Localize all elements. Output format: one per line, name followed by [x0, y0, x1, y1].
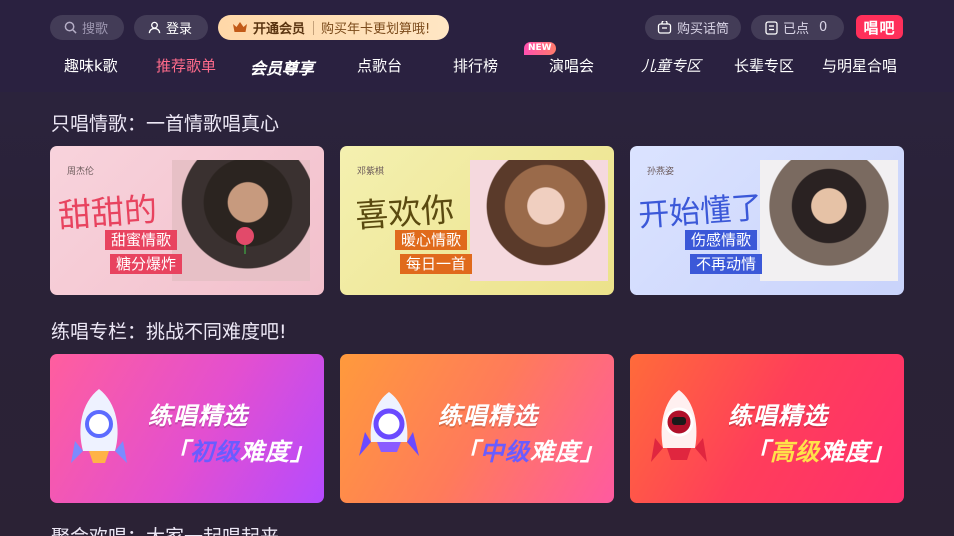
vip-button[interactable]: 开通会员 购买年卡更划算哦!: [218, 15, 449, 40]
search-icon: [64, 21, 77, 34]
singer-name: 孙燕姿: [647, 167, 675, 177]
practice-level: 「初级难度」: [165, 438, 315, 466]
nav-item-star-duet[interactable]: 与明星合唱: [822, 55, 897, 77]
practice-level: 「中级难度」: [455, 438, 605, 466]
love-card-1[interactable]: 周杰伦 甜甜的 甜蜜情歌 糖分爆炸: [50, 146, 324, 295]
practice-level: 「高级难度」: [745, 438, 895, 466]
queued-count: 0: [819, 20, 828, 35]
singer-photo: [172, 160, 310, 281]
card-tag: 甜蜜情歌: [105, 230, 178, 250]
love-card-2[interactable]: 邓紫棋 喜欢你 暖心情歌 每日一首: [340, 146, 614, 295]
party-section-title: 聚会欢唱：大家一起唱起来: [51, 522, 279, 536]
practice-title: 练唱精选: [148, 402, 248, 430]
love-card-3[interactable]: 孙燕姿 开始懂了 伤感情歌 不再动情: [630, 146, 904, 295]
rocket-icon: [651, 390, 707, 462]
nav-item-vip[interactable]: 会员尊享: [250, 55, 314, 78]
login-button[interactable]: 登录: [134, 15, 208, 40]
card-tag: 不再动情: [690, 254, 763, 274]
practice-section-title: 练唱专栏：挑战不同难度吧!: [51, 321, 287, 343]
search-button[interactable]: 搜歌: [50, 15, 124, 40]
vip-divider: [313, 20, 315, 35]
card-tag: 每日一首: [400, 254, 473, 274]
practice-title: 练唱精选: [438, 402, 538, 430]
list-icon: [765, 20, 778, 35]
search-label: 搜歌: [82, 22, 109, 37]
practice-card-advanced[interactable]: 练唱精选 「高级难度」: [630, 354, 904, 503]
card-tag: 暖心情歌: [395, 230, 468, 250]
crown-icon: [233, 22, 247, 32]
top-bar: [0, 0, 954, 92]
queued-label: 已点: [783, 22, 810, 37]
nav-item-song-picker[interactable]: 点歌台: [357, 55, 402, 77]
nav-item-charts[interactable]: 排行榜: [453, 55, 498, 77]
rose-icon: [236, 227, 254, 254]
app-logo: 唱吧: [856, 15, 903, 39]
nav-item-concert[interactable]: 演唱会: [549, 55, 594, 77]
card-headline: 开始懂了: [637, 189, 764, 235]
singer-photo: [470, 160, 608, 281]
card-tag: 糖分爆炸: [110, 254, 183, 274]
love-section-title: 只唱情歌：一首情歌唱真心: [51, 113, 280, 135]
nav-item-fun-ktv[interactable]: 趣味k歌: [64, 55, 118, 77]
buy-mic-label: 购买话筒: [677, 22, 730, 37]
singer-photo: [760, 160, 898, 281]
queued-songs-button[interactable]: 已点 0: [751, 15, 844, 40]
nav-item-recommended[interactable]: 推荐歌单: [156, 55, 216, 77]
rocket-icon: [71, 389, 127, 463]
buy-mic-button[interactable]: 购买话筒: [645, 15, 741, 40]
practice-card-beginner[interactable]: 练唱精选 「初级难度」: [50, 354, 324, 503]
nav-item-elders[interactable]: 长辈专区: [734, 55, 794, 77]
shop-icon: [657, 21, 672, 34]
card-tag: 伤感情歌: [685, 230, 758, 250]
rocket-icon: [359, 392, 419, 456]
vip-label: 开通会员: [253, 22, 306, 37]
singer-name: 邓紫棋: [357, 167, 385, 177]
user-icon: [148, 21, 161, 34]
nav-item-kids[interactable]: 儿童专区: [641, 55, 701, 77]
new-badge: NEW: [524, 42, 556, 55]
singer-name: 周杰伦: [67, 167, 95, 177]
vip-promo-text: 购买年卡更划算哦!: [321, 22, 431, 37]
practice-card-intermediate[interactable]: 练唱精选 「中级难度」: [340, 354, 614, 503]
practice-title: 练唱精选: [728, 402, 828, 430]
login-label: 登录: [166, 22, 193, 37]
